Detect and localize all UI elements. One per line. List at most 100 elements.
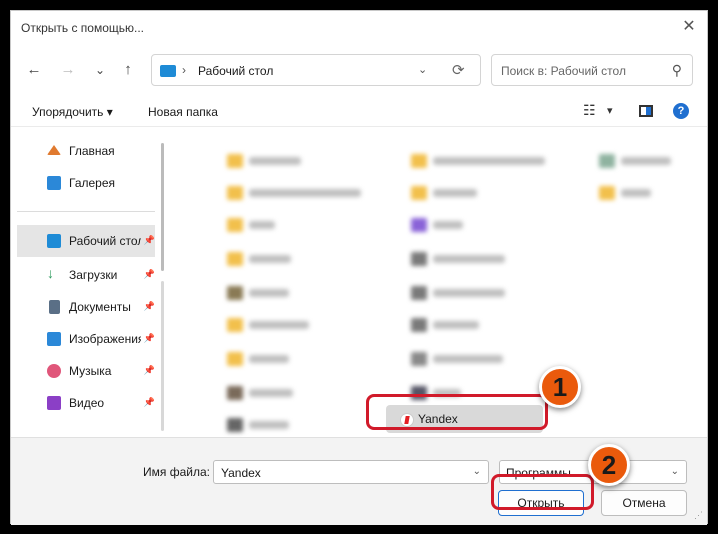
file-icon [227, 286, 243, 300]
desktop-icon [47, 234, 61, 248]
search-box[interactable]: Поиск в: Рабочий стол ⚲ [491, 54, 693, 86]
blurred-label [249, 221, 275, 229]
back-arrow-icon[interactable]: ← [23, 60, 45, 80]
folder-icon [227, 154, 243, 168]
blurred-label [433, 321, 479, 329]
refresh-icon[interactable]: ⟳ [452, 61, 465, 79]
file-icon [411, 218, 427, 232]
blurred-file-item[interactable] [227, 385, 297, 403]
address-bar[interactable]: › Рабочий стол ⌄ ⟳ [151, 54, 481, 86]
pin-icon: 📌 [143, 235, 155, 245]
filename-value[interactable]: Yandex [221, 466, 261, 480]
sidebar-item-home[interactable]: Главная [17, 137, 155, 165]
window-title: Открыть с помощью... [21, 21, 145, 35]
sidebar-item-pictures[interactable]: Изображения 📌 [17, 325, 155, 353]
file-icon [411, 318, 427, 332]
cancel-button[interactable]: Отмена [601, 490, 687, 516]
file-icon [411, 286, 427, 300]
sidebar-item-label: Галерея [69, 176, 116, 190]
blurred-folder-item[interactable] [599, 185, 659, 203]
filename-input[interactable]: Yandex ⌄ [213, 460, 489, 484]
blurred-file-item[interactable] [411, 317, 491, 335]
view-options-icon[interactable]: ☷ [583, 102, 596, 119]
blurred-file-item[interactable] [411, 217, 471, 235]
view-dropdown-icon[interactable]: ▾ [607, 104, 613, 117]
forward-arrow-icon[interactable]: → [57, 60, 79, 80]
blurred-label [433, 255, 505, 263]
blurred-folder-item[interactable] [227, 185, 367, 203]
sidebar-item-label: Музыка [69, 364, 112, 378]
blurred-label [433, 289, 505, 297]
folder-icon [411, 186, 427, 200]
sidebar-scrollbar-thumb[interactable] [161, 143, 164, 271]
blurred-label [249, 255, 291, 263]
blurred-folder-item[interactable] [411, 185, 491, 203]
up-arrow-icon[interactable]: ↑ [117, 60, 139, 80]
blurred-file-item[interactable] [227, 285, 297, 303]
search-input[interactable]: Поиск в: Рабочий стол [501, 64, 626, 78]
chevron-down-icon[interactable]: ⌄ [671, 466, 679, 477]
chevron-down-icon[interactable]: ⌄ [473, 466, 481, 477]
navigation-bar: ← → ⌄ ↑ › Рабочий стол ⌄ ⟳ Поиск в: Рабо… [11, 51, 707, 89]
sidebar-item-documents[interactable]: Документы 📌 [17, 293, 155, 321]
video-icon [47, 396, 61, 410]
blurred-folder-item[interactable] [227, 153, 307, 171]
address-dropdown-icon[interactable]: ⌄ [418, 63, 427, 76]
callout-outline-open [491, 474, 594, 510]
search-icon: ⚲ [671, 62, 682, 78]
blurred-label [621, 157, 671, 165]
downloads-icon: ↓ [47, 265, 54, 281]
filename-label: Имя файла: [143, 465, 210, 479]
sidebar-item-desktop[interactable]: Рабочий стол 📌 [17, 225, 155, 257]
pin-icon: 📌 [143, 269, 155, 279]
blurred-label [621, 189, 651, 197]
folder-icon [227, 318, 243, 332]
blurred-file-item[interactable] [411, 351, 511, 369]
resize-grip-icon[interactable]: ⋰ [694, 510, 703, 521]
home-icon [47, 145, 61, 155]
folder-icon [411, 154, 427, 168]
folder-icon [227, 352, 243, 366]
music-icon [47, 364, 61, 378]
blurred-folder-item[interactable] [227, 217, 287, 235]
preview-pane-icon[interactable] [639, 105, 653, 117]
blurred-file-item[interactable] [599, 153, 679, 171]
sidebar-item-label: Видео [69, 396, 105, 410]
blurred-file-item[interactable] [411, 251, 511, 269]
blurred-label [249, 355, 289, 363]
gallery-icon [47, 176, 61, 190]
blurred-folder-item[interactable] [227, 317, 317, 335]
blurred-folder-item[interactable] [227, 351, 297, 369]
file-icon [411, 352, 427, 366]
file-list: Yandex [171, 129, 701, 437]
sidebar-divider [17, 211, 155, 212]
file-icon [227, 386, 243, 400]
blurred-label [433, 221, 463, 229]
sidebar-scrollbar-track[interactable] [161, 281, 164, 431]
pin-icon: 📌 [143, 397, 155, 407]
navigation-pane: Главная Галерея Рабочий стол 📌 ↓ Загрузк… [11, 129, 163, 437]
sidebar-item-label: Главная [69, 144, 115, 158]
command-toolbar: Упорядочить ▾ Новая папка ☷ ▾ ? [11, 97, 707, 127]
blurred-file-item[interactable] [227, 417, 297, 435]
breadcrumb-current[interactable]: Рабочий стол [198, 64, 273, 78]
sidebar-item-label: Документы [69, 300, 131, 314]
close-icon[interactable]: ✕ [679, 17, 699, 37]
sidebar-item-gallery[interactable]: Галерея [17, 169, 155, 197]
new-folder-button[interactable]: Новая папка [148, 105, 218, 119]
blurred-label [433, 355, 503, 363]
callout-outline-file [366, 394, 548, 430]
sidebar-item-downloads[interactable]: ↓ Загрузки 📌 [17, 261, 155, 289]
title-bar: Открыть с помощью... ✕ [11, 11, 707, 45]
sidebar-item-music[interactable]: Музыка 📌 [17, 357, 155, 385]
blurred-folder-item[interactable] [411, 153, 551, 171]
blurred-file-item[interactable] [411, 285, 511, 303]
blurred-label [433, 157, 545, 165]
organize-menu[interactable]: Упорядочить ▾ [32, 105, 113, 119]
blurred-folder-item[interactable] [227, 251, 297, 269]
help-icon[interactable]: ? [673, 103, 689, 119]
blurred-label [249, 157, 301, 165]
recent-locations-chevron-icon[interactable]: ⌄ [89, 60, 111, 80]
sidebar-item-videos[interactable]: Видео 📌 [17, 389, 155, 417]
documents-icon [49, 300, 60, 314]
